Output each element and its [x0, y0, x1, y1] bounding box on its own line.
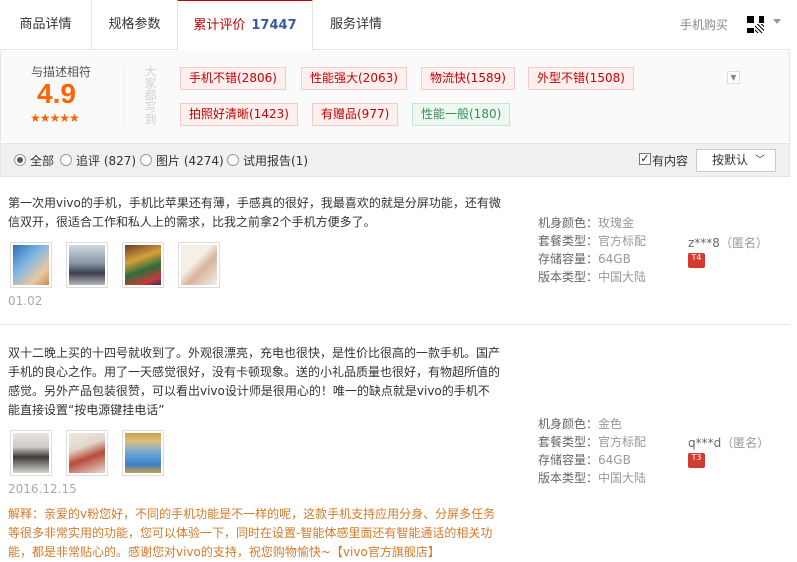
meta-value: 64GB: [598, 453, 631, 467]
meta-value: 官方标配: [598, 234, 647, 248]
reviewer-name: z***8（匿名）: [688, 234, 768, 251]
meta-value: 玫瑰金: [598, 216, 635, 230]
impression-tag[interactable]: 物流快(1589): [421, 67, 515, 90]
impression-tag[interactable]: 手机不错(2806): [180, 67, 286, 90]
meta-value: 中国大陆: [598, 471, 647, 485]
meta-value: 金色: [598, 417, 623, 431]
review-photo-thumbnail[interactable]: [66, 430, 108, 476]
review-date: 01.02: [8, 294, 43, 308]
tab-service-details[interactable]: 服务详情: [313, 0, 399, 50]
filter-all-label[interactable]: 全部: [30, 152, 54, 169]
anonymous-label: （匿名）: [719, 236, 768, 250]
sku-color: 机身颜色：金色: [538, 415, 622, 433]
anonymous-label: （匿名）: [721, 436, 770, 450]
impression-heading: 大家都写到: [143, 65, 157, 125]
sku-color: 机身颜色：玫瑰金: [538, 214, 634, 232]
impression-tag[interactable]: 性能强大(2063): [301, 67, 407, 90]
meta-key: 机身颜色：: [538, 216, 599, 230]
seller-reply: 解释：亲爱的v粉您好，不同的手机功能是不一样的呢，这款手机支持应用分身、分屏多任…: [8, 507, 496, 559]
meta-key: 版本类型：: [538, 471, 599, 485]
sku-version: 版本类型：中国大陆: [538, 469, 646, 487]
reviewer-id: q***d: [688, 436, 722, 450]
tab-label: 规格参数: [108, 17, 161, 32]
review-photo-thumbnail[interactable]: [178, 242, 220, 288]
meta-key: 套餐类型：: [538, 234, 599, 248]
impression-tag[interactable]: 有赠品(977): [312, 103, 399, 126]
qr-code-icon[interactable]: [746, 15, 765, 34]
sku-storage: 存储容量：64GB: [538, 250, 631, 268]
review-photo-thumbnail[interactable]: [10, 430, 52, 476]
member-level-badge: T4: [688, 253, 705, 268]
meta-key: 存储容量：: [538, 453, 599, 467]
meta-value: 64GB: [598, 252, 631, 266]
chevron-down-icon[interactable]: [773, 19, 781, 24]
buy-phone-link[interactable]: 手机购买: [680, 0, 728, 50]
filter-followup-radio[interactable]: [60, 154, 72, 166]
meta-value: 中国大陆: [598, 270, 647, 284]
review-divider: [0, 324, 790, 325]
tab-reviews[interactable]: 累计评价 17447: [177, 0, 313, 51]
sku-storage: 存储容量：64GB: [538, 451, 631, 469]
filter-followup-label[interactable]: 追评 (827): [76, 152, 136, 169]
reviewer-id: z***8: [688, 236, 720, 250]
tab-label: 商品详情: [19, 17, 72, 32]
review-photo-thumbnail[interactable]: [66, 242, 108, 288]
divider: [123, 65, 124, 127]
sku-package: 套餐类型：官方标配: [538, 232, 646, 250]
filter-images-label[interactable]: 图片 (4274): [156, 152, 224, 169]
has-content-label[interactable]: 有内容: [652, 152, 688, 169]
review-filter-bar: 全部 追评 (827) 图片 (4274) 试用报告(1) ✓ 有内容 按默认 …: [0, 143, 790, 177]
chevron-down-icon: ﹀: [755, 155, 765, 166]
meta-value: 官方标配: [598, 435, 647, 449]
meta-key: 机身颜色：: [538, 417, 599, 431]
filter-trial-label[interactable]: 试用报告(1): [243, 152, 308, 169]
tab-label: 累计评价: [193, 18, 246, 33]
rating-score: 4.9: [37, 78, 76, 109]
review-count: 17447: [251, 18, 297, 33]
review-photo-thumbnail[interactable]: [122, 430, 164, 476]
impression-tag[interactable]: 性能一般(180): [412, 103, 511, 126]
review-text: 第一次用vivo的手机，手机比苹果还有薄，手感真的很好，我最喜欢的就是分屏功能，…: [8, 196, 501, 229]
tab-product-details[interactable]: 商品详情: [0, 0, 92, 50]
tab-specifications[interactable]: 规格参数: [92, 0, 178, 50]
impression-tag[interactable]: 拍照好清晰(1423): [180, 103, 298, 126]
impression-tag[interactable]: 外型不错(1508): [528, 67, 634, 90]
filter-all-radio[interactable]: [14, 154, 26, 166]
sort-dropdown[interactable]: 按默认 ﹀: [696, 149, 776, 172]
tab-label: 服务详情: [329, 17, 382, 32]
rating-summary: 与描述相符 4.9 ★★★★★ 大家都写到 手机不错(2806) 性能强大(20…: [0, 51, 790, 142]
filter-images-radio[interactable]: [140, 154, 152, 166]
meta-key: 存储容量：: [538, 252, 599, 266]
sku-version: 版本类型：中国大陆: [538, 268, 646, 286]
reviewer-name: q***d（匿名）: [688, 434, 769, 451]
member-level-badge: T3: [688, 453, 705, 468]
review-photo-thumbnail[interactable]: [10, 242, 52, 288]
tab-bar: 商品详情 规格参数 累计评价 17447 服务详情 手机购买: [0, 0, 790, 51]
review-text: 双十二晚上买的十四号就收到了。外观很漂亮，充电也很快，是性价比很高的一款手机。国…: [8, 346, 501, 417]
review-photo-thumbnail[interactable]: [122, 242, 164, 288]
sort-label: 按默认: [712, 153, 749, 167]
review-date: 2016.12.15: [8, 482, 77, 496]
meta-key: 版本类型：: [538, 270, 599, 284]
meta-key: 套餐类型：: [538, 435, 599, 449]
expand-tags-icon[interactable]: ▼: [727, 71, 740, 84]
filter-trial-radio[interactable]: [227, 154, 239, 166]
sku-package: 套餐类型：官方标配: [538, 433, 646, 451]
star-rating-icon: ★★★★★: [30, 111, 80, 125]
has-content-checkbox[interactable]: ✓: [639, 153, 651, 165]
